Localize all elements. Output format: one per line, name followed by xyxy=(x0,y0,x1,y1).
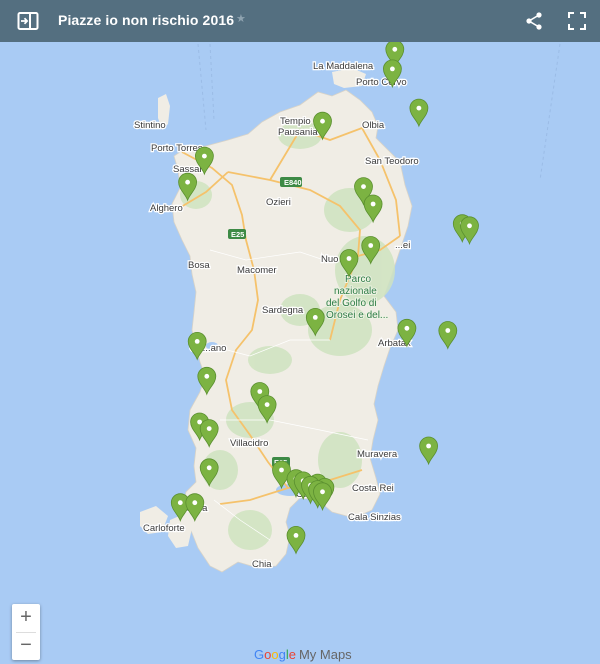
place-label-siniscola: ...ei xyxy=(395,240,410,251)
place-label-nuoro: Nuo xyxy=(321,254,338,265)
place-label-porto-cervo: Porto Cervo xyxy=(356,77,407,88)
road-shield-e840: E840 xyxy=(280,177,302,187)
zoom-in-button[interactable]: + xyxy=(12,604,40,632)
svg-text:E840: E840 xyxy=(284,178,302,187)
map-canvas[interactable]: E840 E25 E25 La Maddalena Porto Cervo St… xyxy=(0,42,600,664)
place-label-ozieri: Ozieri xyxy=(266,197,291,208)
place-label-tempio-1: Tempio xyxy=(280,116,311,127)
map-header: Piazze io non rischio 2016 ★ xyxy=(0,0,600,42)
place-label-la-maddalena: La Maddalena xyxy=(313,61,374,72)
road-shield-e25: E25 xyxy=(228,229,246,239)
place-label-chia: Chia xyxy=(252,559,272,570)
fullscreen-icon[interactable] xyxy=(565,9,589,33)
place-label-cala-sinzias: Cala Sinzias xyxy=(348,512,401,523)
place-label-muravera: Muravera xyxy=(357,449,398,460)
svg-text:E25: E25 xyxy=(231,230,244,239)
svg-text:del Golfo di: del Golfo di xyxy=(326,298,377,309)
place-label-san-teodoro: San Teodoro xyxy=(365,156,419,167)
google-my-maps-logo: Google My Maps xyxy=(254,647,352,662)
place-label-tempio-2: Pausania xyxy=(278,127,318,138)
place-label-stintino: Stintino xyxy=(134,120,166,131)
svg-text:Orosei e del...: Orosei e del... xyxy=(326,310,388,321)
map-title: Piazze io non rischio 2016 xyxy=(58,12,235,28)
zoom-out-button[interactable]: − xyxy=(12,632,40,660)
share-icon[interactable] xyxy=(522,9,546,33)
place-label-macomer: Macomer xyxy=(237,265,277,276)
place-label-porto-torres: Porto Torres xyxy=(151,143,203,154)
my-maps-label: My Maps xyxy=(298,647,352,662)
svg-text:nazionale: nazionale xyxy=(334,286,377,297)
place-label-villacidro: Villacidro xyxy=(230,438,268,449)
place-label-carloforte: Carloforte xyxy=(143,523,185,534)
zoom-divider xyxy=(16,632,36,633)
place-label-bosa: Bosa xyxy=(188,260,210,271)
place-label-alghero: Alghero xyxy=(150,203,183,214)
zoom-control: + − xyxy=(12,604,40,660)
google-wordmark: Google xyxy=(254,647,296,662)
place-label-olbia: Olbia xyxy=(362,120,385,131)
toggle-panel-icon[interactable] xyxy=(16,9,40,33)
place-label-sardegna: Sardegna xyxy=(262,305,304,316)
place-label-costa-rei: Costa Rei xyxy=(352,483,394,494)
star-icon[interactable]: ★ xyxy=(236,12,246,25)
